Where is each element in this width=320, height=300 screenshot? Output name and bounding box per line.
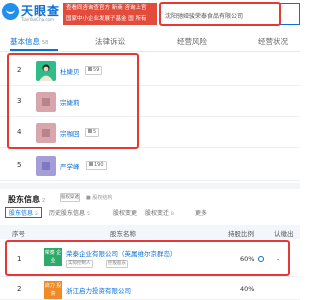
tab-risk[interactable]: 经营风险: [177, 36, 207, 47]
promo-line-2: 国家中小企业发展子基金 国 所有: [66, 16, 147, 22]
column-header-name: 股东名称: [110, 230, 136, 238]
badge-value: 190: [94, 162, 104, 168]
subtab-label: 更多: [195, 210, 208, 217]
table-row: 2 启力 投资 浙江启力投资有限公司 40%: [0, 278, 300, 300]
holding-ratio: 40%: [240, 285, 255, 293]
highlight-box-members: [7, 53, 139, 149]
subtab-count: 5: [86, 212, 90, 217]
logo-sub: TianYanCha.com: [21, 17, 54, 22]
tab-label: 经营风险: [177, 37, 207, 46]
member-row: 5 严学峰 190: [0, 150, 300, 181]
section-title: 股东信息 2: [8, 194, 45, 205]
tab-label: 法律诉讼: [95, 37, 125, 46]
subtab-label: 股东信息: [9, 210, 34, 217]
blurred-avatar-icon: [42, 162, 50, 170]
subtab-equity-change[interactable]: 股权变更: [113, 208, 137, 217]
tab-operation[interactable]: 经营状况: [258, 36, 288, 47]
shareholder-subtabs: 股东信息 2 历史股东信息 5 股权变更 股权变迁 8 更多: [5, 207, 300, 219]
avatar[interactable]: [36, 156, 56, 176]
tab-count: 58: [42, 40, 49, 46]
highlight-box-shareholder: [5, 240, 290, 276]
subtab-label: 股权变更: [113, 210, 138, 217]
section-count: 2: [42, 198, 46, 204]
section-title-text: 股东信息: [8, 195, 40, 204]
subtab-label: 股权变迁: [145, 210, 170, 217]
subtab-shareholders[interactable]: 股东信息 2: [5, 207, 42, 218]
shareholder-name[interactable]: 浙江启力投资有限公司: [66, 285, 131, 295]
column-header-ratio: 持股比例: [228, 230, 254, 238]
subtab-count: 2: [34, 212, 38, 217]
tab-legal[interactable]: 法律诉讼: [95, 36, 125, 47]
table-header: 序号 股东名称 持股比例 认缴出: [0, 225, 300, 239]
tab-basic-info[interactable]: 基本信息 58: [10, 36, 48, 47]
tab-label: 基本信息: [10, 37, 40, 46]
column-header-index: 序号: [12, 230, 25, 238]
column-header-subscribed: 认缴出: [274, 230, 294, 238]
subtab-label: 历史股东信息: [49, 210, 86, 217]
active-tab-indicator: [10, 49, 58, 51]
equity-penetration-button[interactable]: 股权穿透: [60, 193, 80, 202]
subtab-history-shareholders[interactable]: 历史股东信息 5: [49, 208, 90, 217]
subtab-equity-history[interactable]: 股权变迁 8: [145, 208, 174, 217]
related-count-badge[interactable]: 190: [86, 161, 107, 170]
promo-banner[interactable]: 查看同咨询查官方 新商 咨询上官 国家中小企业发展子基金 国 所有: [63, 3, 157, 25]
logo-icon: [2, 3, 19, 20]
section-divider: [0, 183, 300, 189]
equity-structure-link[interactable]: ■ 股权结构: [86, 194, 112, 201]
subtab-more[interactable]: 更多: [195, 208, 207, 217]
badge-icon: [89, 162, 93, 166]
tab-label: 经营状况: [258, 37, 288, 46]
member-name[interactable]: 严学峰: [60, 161, 80, 171]
subtab-count: 8: [170, 212, 174, 217]
company-logo[interactable]: 启力 投资: [44, 281, 62, 299]
logo[interactable]: 天眼查 TianYanCha.com: [2, 2, 60, 26]
row-number: 2: [17, 285, 22, 293]
promo-line-1: 查看同咨询查官方 新商 咨询上官: [66, 5, 147, 11]
row-number: 5: [17, 161, 22, 169]
header: 天眼查 TianYanCha.com 查看同咨询查官方 新商 咨询上官 国家中小…: [0, 0, 300, 30]
search-highlight-box: [159, 2, 281, 26]
